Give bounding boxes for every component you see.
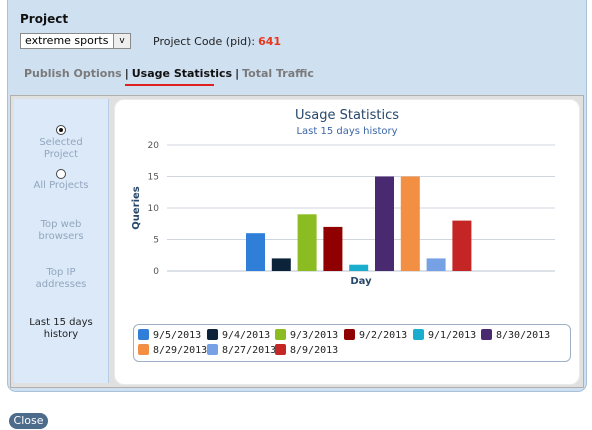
stats-sidebar: Selected Project All Projects Top web br… — [14, 99, 109, 383]
legend-item[interactable]: 9/4/2013 — [207, 329, 270, 342]
legend-swatch — [275, 329, 286, 340]
bar — [323, 226, 343, 271]
bar — [400, 176, 420, 271]
sidebar-item-label: Project — [43, 149, 79, 160]
legend-label: 9/1/2013 — [428, 330, 477, 341]
legend-swatch — [481, 329, 492, 340]
legend-item[interactable]: 8/9/2013 — [275, 344, 338, 357]
tab-total-traffic[interactable]: Total Traffic — [242, 67, 314, 80]
sidebar-item-label: All Projects — [33, 180, 89, 191]
x-axis-label: Day — [350, 276, 372, 287]
legend-label: 9/2/2013 — [359, 330, 408, 341]
sidebar-item-label: Top web — [40, 219, 82, 230]
bar — [246, 233, 265, 271]
bar — [452, 220, 472, 271]
legend-swatch — [138, 329, 149, 340]
y-tick-label: 20 — [148, 141, 160, 151]
chevron-down-icon[interactable]: v — [113, 34, 130, 48]
project-panel: Project extreme sports v Project Code (p… — [7, 0, 587, 392]
sidebar-item-top-browsers[interactable]: Top web browsers — [14, 219, 108, 243]
legend-label: 9/3/2013 — [290, 330, 339, 341]
chart-card: Usage Statistics Last 15 days history 05… — [114, 99, 580, 385]
legend-label: 8/9/2013 — [290, 345, 339, 356]
sidebar-item-selected-project[interactable]: Selected Project — [14, 125, 108, 161]
y-tick-label: 5 — [153, 236, 159, 246]
legend-item[interactable]: 9/5/2013 — [138, 329, 201, 342]
content-area: Selected Project All Projects Top web br… — [10, 95, 584, 388]
radio-selected-icon[interactable] — [56, 125, 66, 135]
sidebar-item-label: Last 15 days — [29, 317, 93, 328]
legend-label: 8/30/2013 — [496, 330, 551, 341]
tab-separator: | — [235, 67, 240, 80]
close-button[interactable]: Close — [9, 413, 48, 429]
legend-item[interactable]: 9/2/2013 — [344, 329, 407, 342]
legend-swatch — [344, 329, 355, 340]
tab-publish-options[interactable]: Publish Options — [24, 67, 122, 80]
sidebar-item-label: browsers — [38, 231, 84, 242]
sidebar-item-top-ip[interactable]: Top IP addresses — [14, 267, 108, 291]
y-tick-label: 10 — [148, 204, 160, 214]
legend-item[interactable]: 8/29/2013 — [138, 344, 207, 357]
bar — [297, 214, 317, 271]
y-tick-label: 0 — [153, 267, 159, 277]
radio-unselected-icon[interactable] — [56, 169, 66, 179]
chart-legend: 9/5/2013 9/4/2013 9/3/2013 9/2/2013 9/1/2013… — [133, 324, 571, 362]
legend-swatch — [413, 329, 424, 340]
sidebar-item-label: Top IP — [46, 267, 76, 278]
bar — [426, 258, 446, 271]
project-select-value: extreme sports — [25, 34, 109, 47]
legend-item[interactable]: 9/1/2013 — [413, 329, 476, 342]
legend-label: 8/27/2013 — [222, 345, 277, 356]
legend-swatch — [275, 344, 286, 355]
active-tab-underline — [125, 84, 214, 86]
y-axis-label: Queries — [131, 186, 142, 230]
sidebar-item-label: history — [43, 329, 79, 340]
y-tick-label: 15 — [148, 173, 159, 183]
sidebar-item-label: addresses — [35, 279, 87, 290]
legend-label: 9/4/2013 — [222, 330, 271, 341]
legend-item[interactable]: 8/27/2013 — [207, 344, 276, 357]
sidebar-item-label: Selected — [39, 137, 83, 148]
tab-bar: Publish Options | Usage Statistics | Total T… — [24, 67, 314, 80]
project-label: Project — [20, 12, 69, 26]
bar — [375, 176, 394, 271]
sidebar-item-history[interactable]: Last 15 days history — [14, 317, 108, 341]
project-code-value: 641 — [258, 35, 282, 48]
legend-label: 8/29/2013 — [153, 345, 208, 356]
legend-swatch — [207, 344, 218, 355]
legend-swatch — [207, 329, 218, 340]
project-code-label: Project Code (pid): — [153, 35, 256, 48]
legend-item[interactable]: 8/30/2013 — [481, 329, 550, 342]
legend-swatch — [138, 344, 149, 355]
project-select[interactable]: extreme sports v — [20, 33, 131, 49]
tab-usage-statistics[interactable]: Usage Statistics — [132, 67, 232, 80]
sidebar-item-all-projects[interactable]: All Projects — [14, 169, 108, 192]
tab-separator: | — [124, 67, 129, 80]
legend-item[interactable]: 9/3/2013 — [275, 329, 338, 342]
bar — [271, 258, 291, 271]
legend-label: 9/5/2013 — [153, 330, 202, 341]
bar — [349, 264, 369, 271]
project-code: Project Code (pid): 641 — [153, 35, 281, 48]
